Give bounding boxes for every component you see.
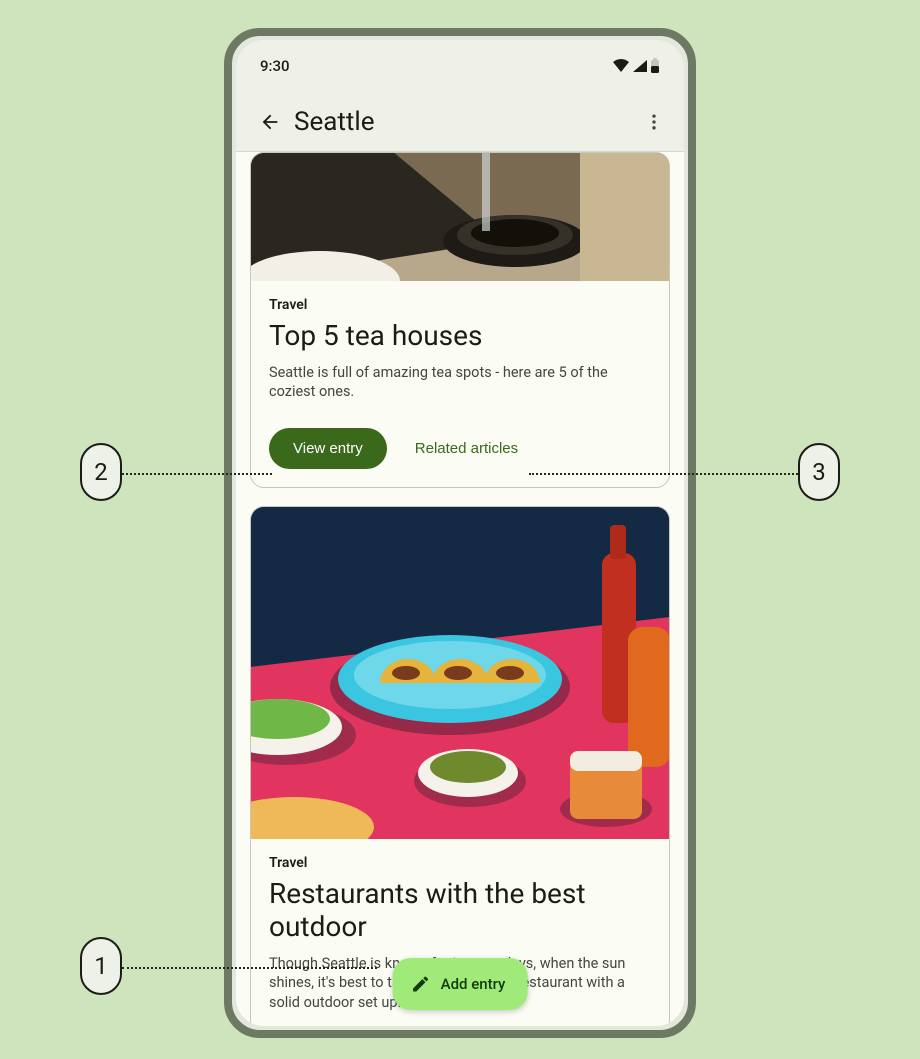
fab-label: Add entry [441,975,506,993]
card-actions: View entry Related articles [251,422,669,487]
overflow-menu-button[interactable] [634,102,674,142]
annotation-badge-1: 1 [80,937,122,995]
device-frame: 9:30 Seattle [224,28,696,1038]
content-area: Travel Top 5 tea houses Seattle is full … [236,152,684,1026]
app-bar: Seattle [236,92,684,152]
status-time: 9:30 [260,57,290,75]
article-card[interactable]: Travel Restaurants with the best outdoor… [250,506,670,1026]
annotation-leader-3 [529,473,801,475]
card-image [251,507,669,839]
annotation-leader-2 [122,473,272,475]
status-icons [612,58,660,74]
device-screen: 9:30 Seattle [236,40,684,1026]
related-articles-button[interactable]: Related articles [409,428,524,469]
add-entry-fab[interactable]: Add entry [393,958,528,1010]
page-title: Seattle [290,107,634,137]
view-entry-button[interactable]: View entry [269,428,387,469]
card-category: Travel [269,855,651,871]
annotation-leader-1 [122,967,377,969]
article-card[interactable]: Travel Top 5 tea houses Seattle is full … [250,152,670,488]
status-bar: 9:30 [236,40,684,92]
wifi-icon [612,59,630,73]
signal-icon [632,59,648,73]
card-description: Seattle is full of amazing tea spots - h… [269,363,651,402]
card-title: Top 5 tea houses [269,319,651,353]
edit-icon [411,974,431,994]
annotation-badge-3: 3 [798,443,840,501]
annotation-badge-2: 2 [80,443,122,501]
card-body: Travel Top 5 tea houses Seattle is full … [251,281,669,422]
more-vert-icon [644,112,664,132]
card-category: Travel [269,297,651,313]
arrow-back-icon [259,111,281,133]
card-title: Restaurants with the best outdoor [269,877,651,944]
back-button[interactable] [250,102,290,142]
battery-icon [650,58,660,74]
card-image [251,152,669,281]
